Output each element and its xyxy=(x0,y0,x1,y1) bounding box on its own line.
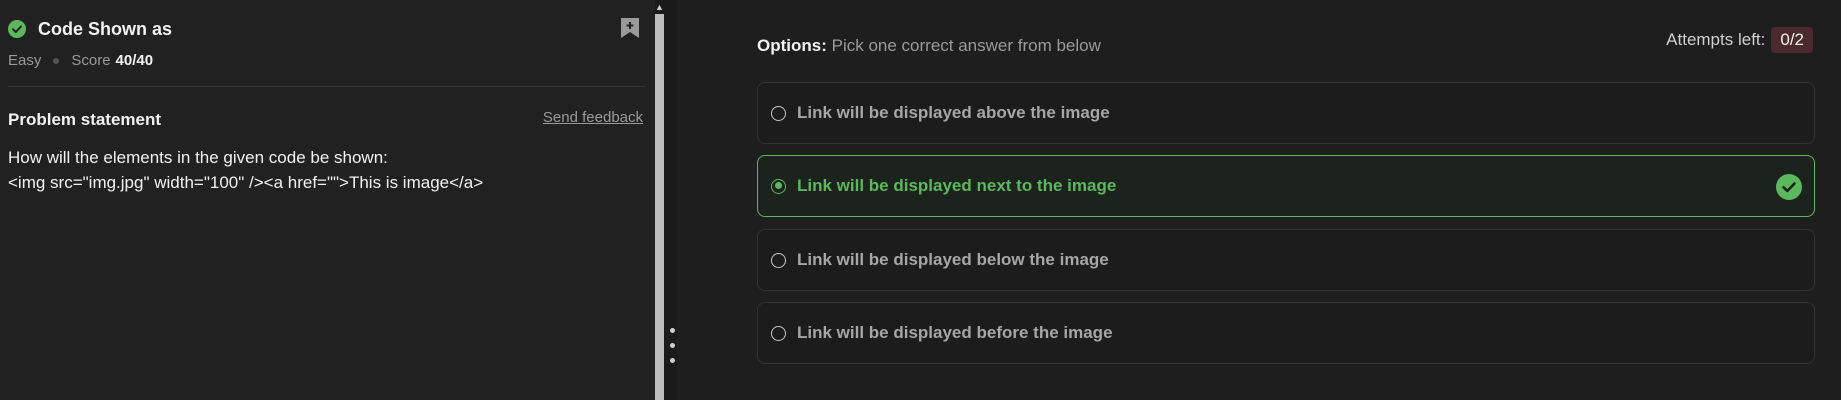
options-hint: Pick one correct answer from below xyxy=(831,36,1101,55)
question-meta: Easy Score 40/40 xyxy=(8,52,153,69)
score-label: Score xyxy=(71,52,111,69)
answer-option[interactable]: Link will be displayed above the image xyxy=(757,82,1815,144)
attempts-left: Attempts left: 0/2 xyxy=(1666,27,1813,53)
radio-button[interactable] xyxy=(771,325,786,341)
radio-button[interactable] xyxy=(771,105,786,121)
check-circle-icon xyxy=(8,20,26,38)
separator-dot xyxy=(53,57,60,64)
answer-option-selected[interactable]: Link will be displayed next to the image xyxy=(757,155,1815,217)
answer-option-label: Link will be displayed before the image xyxy=(797,323,1113,342)
options-panel: Options: Pick one correct answer from be… xyxy=(677,0,1841,400)
problem-panel: Code Shown as Easy Score 40/40 Problem s… xyxy=(0,0,655,400)
answer-option[interactable]: Link will be displayed before the image xyxy=(757,302,1815,364)
drag-handle-dot[interactable] xyxy=(670,343,675,348)
drag-handle-dot[interactable] xyxy=(670,328,675,333)
radio-button-selected[interactable] xyxy=(771,178,786,194)
check-circle-icon xyxy=(1776,174,1802,200)
send-feedback-link[interactable]: Send feedback xyxy=(543,109,643,126)
scrollbar-thumb[interactable] xyxy=(655,14,664,400)
attempts-label: Attempts left: xyxy=(1666,30,1766,49)
scroll-up-arrow-icon[interactable]: ▲ xyxy=(655,0,664,14)
difficulty-label: Easy xyxy=(8,52,42,69)
problem-statement-heading: Problem statement xyxy=(8,110,162,129)
answer-option-label: Link will be displayed next to the image xyxy=(797,176,1117,195)
problem-line-2: <img src="img.jpg" width="100" /><a href… xyxy=(8,173,484,192)
problem-statement-body: How will the elements in the given code … xyxy=(8,145,483,195)
drag-handle-dot[interactable] xyxy=(670,358,675,363)
question-title-row: Code Shown as xyxy=(8,16,172,42)
answer-option-label: Link will be displayed below the image xyxy=(797,250,1109,269)
answer-option-label: Link will be displayed above the image xyxy=(797,103,1110,122)
options-label: Options: xyxy=(757,36,827,55)
divider xyxy=(8,86,645,87)
answer-option[interactable]: Link will be displayed below the image xyxy=(757,229,1815,291)
score-value: 40/40 xyxy=(115,52,154,69)
attempts-badge: 0/2 xyxy=(1771,27,1813,53)
bookmark-add-icon[interactable] xyxy=(619,16,641,40)
problem-line-1: How will the elements in the given code … xyxy=(8,148,388,167)
options-header: Options: Pick one correct answer from be… xyxy=(757,36,1101,56)
radio-button[interactable] xyxy=(771,252,786,268)
question-title: Code Shown as xyxy=(38,18,173,39)
